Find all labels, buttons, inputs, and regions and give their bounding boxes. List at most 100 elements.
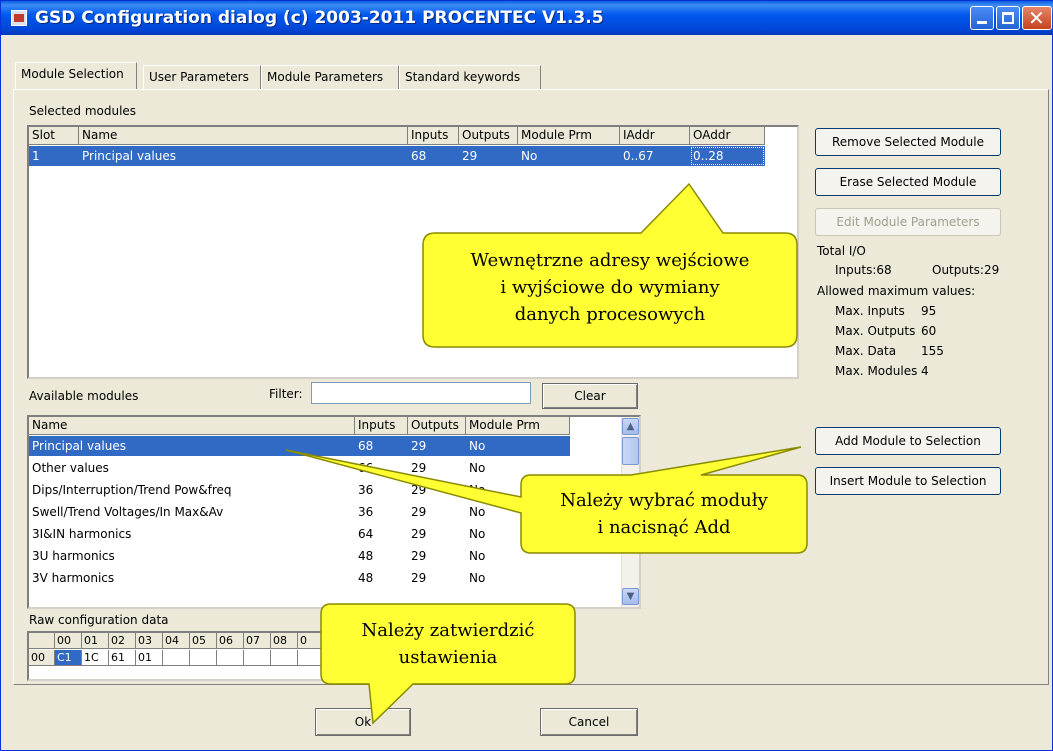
raw-column-header: 06 [217,633,244,649]
tab-module-selection[interactable]: Module Selection [15,62,137,89]
minimize-icon [977,21,987,24]
clear-button[interactable]: Clear [542,383,638,409]
tab-module-parameters[interactable]: Module Parameters [261,65,399,89]
cell-outputs: 29 [411,505,427,519]
column-header-oaddr[interactable]: OAddr [690,127,765,145]
raw-value-cell[interactable] [217,650,244,666]
ok-button[interactable]: Ok [315,708,411,736]
raw-column-header: 02 [109,633,136,649]
close-button[interactable]: ✕ [1022,6,1052,30]
cell-inputs: 48 [358,549,374,563]
cell-iaddr: 0..67 [620,146,690,166]
callout-line: ustawienia [398,647,498,668]
cell-outputs: 29 [408,436,466,456]
scroll-up-icon[interactable]: ▲ [622,418,639,435]
raw-value-cell[interactable]: 01 [136,650,163,666]
filter-input[interactable] [311,382,531,404]
cell-outputs: 29 [411,483,427,497]
raw-value-cell[interactable]: 61 [109,650,136,666]
remove-selected-module-button[interactable]: Remove Selected Module [815,128,1001,156]
raw-corner [29,633,55,649]
cell-outputs: 29 [459,146,518,166]
raw-value-cell[interactable]: 1C [82,650,109,666]
raw-value-cell[interactable] [244,650,271,666]
raw-value-cell[interactable] [271,650,298,666]
raw-column-header: 07 [244,633,271,649]
cell-inputs: 36 [358,483,374,497]
raw-value-cell[interactable] [190,650,217,666]
raw-column-header: 08 [271,633,298,649]
column-header-slot[interactable]: Slot [29,127,79,145]
tab-user-parameters[interactable]: User Parameters [143,65,261,89]
callout-confirm-text: Należy zatwierdzić ustawienia [325,617,571,671]
scroll-thumb[interactable] [622,437,639,465]
max-outputs-value: 60 [921,324,937,338]
callout-line: i wyjściowe do wymiany [500,277,720,298]
cell-inputs: 64 [358,527,374,541]
callout-line: Należy wybrać moduły [560,490,768,511]
column-header-inputs[interactable]: Inputs [408,127,459,145]
gsd-config-window: GSD Configuration dialog (c) 2003-2011 P… [0,0,1053,751]
callout-addresses-text: Wewnętrzne adresy wejściowe i wyjściowe … [427,247,793,328]
cell-outputs: 29 [411,527,427,541]
maximize-button[interactable] [996,6,1020,30]
column-header-module-prm[interactable]: Module Prm [518,127,620,145]
column-header-outputs[interactable]: Outputs [459,127,518,145]
column-header-name[interactable]: Name [29,417,355,435]
callout-add-text: Należy wybrać moduły i nacisnąć Add [525,487,803,541]
raw-value-cell[interactable] [163,650,190,666]
erase-selected-module-button[interactable]: Erase Selected Module [815,168,1001,196]
column-header-module-prm[interactable]: Module Prm [466,417,570,435]
column-header-name[interactable]: Name [79,127,408,145]
max-outputs-label: Max. Outputs [835,324,916,338]
raw-column-header: 03 [136,633,163,649]
cell-inputs: 48 [358,571,374,585]
total-inputs: Inputs:68 [835,263,892,277]
insert-module-button[interactable]: Insert Module to Selection [815,467,1001,495]
column-header-outputs[interactable]: Outputs [408,417,466,435]
cancel-button[interactable]: Cancel [540,708,638,736]
cell-slot: 1 [29,146,79,166]
cell-name: Dips/Interruption/Trend Pow&freq [32,483,232,497]
raw-value-cell[interactable] [298,650,325,666]
title-bar[interactable]: GSD Configuration dialog (c) 2003-2011 P… [1,1,1053,35]
cell-module-prm: No [469,549,486,563]
callout-line: i nacisnąć Add [597,517,731,538]
max-data-value: 155 [921,344,944,358]
cell-inputs: 68 [355,436,408,456]
raw-column-header: 00 [55,633,82,649]
maximize-icon [1002,12,1014,24]
cell-module-prm: No [466,436,570,456]
cell-inputs: 68 [408,146,459,166]
max-inputs-value: 95 [921,304,937,318]
tab-standard-keywords[interactable]: Standard keywords [399,65,541,89]
cell-module-prm: No [469,461,486,475]
add-module-button[interactable]: Add Module to Selection [815,427,1001,455]
available-modules-label: Available modules [29,389,139,403]
callout-line: Wewnętrzne adresy wejściowe [470,250,750,271]
allowed-max-label: Allowed maximum values: [817,284,976,298]
window-title: GSD Configuration dialog (c) 2003-2011 P… [35,8,604,28]
raw-config-label: Raw configuration data [29,613,169,627]
cell-inputs: 66 [358,461,374,475]
callout-line: Należy zatwierdzić [361,620,535,641]
cell-outputs: 29 [411,571,427,585]
edit-module-parameters-button[interactable]: Edit Module Parameters [815,208,1001,236]
cell-name: 3U harmonics [32,549,115,563]
cell-inputs: 36 [358,505,374,519]
max-inputs-label: Max. Inputs [835,304,905,318]
selected-modules-label: Selected modules [29,104,137,118]
cell-oaddr: 0..28 [690,146,765,166]
cell-name: Principal values [79,146,408,166]
scroll-down-icon[interactable]: ▼ [622,588,639,605]
raw-row-label: 00 [29,650,55,666]
raw-value-cell[interactable]: C1 [55,650,82,666]
raw-column-header: 05 [190,633,217,649]
minimize-button[interactable] [970,6,994,30]
column-header-inputs[interactable]: Inputs [355,417,408,435]
column-header-iaddr[interactable]: IAddr [620,127,690,145]
callout-line: danych procesowych [514,304,706,325]
raw-config-grid[interactable]: 00 01 02 03 04 05 06 07 08 0 00 C1 1C 61 01 [27,631,341,681]
cell-name: Swell/Trend Voltages/In Max&Av [32,505,224,519]
cell-module-prm: No [518,146,620,166]
